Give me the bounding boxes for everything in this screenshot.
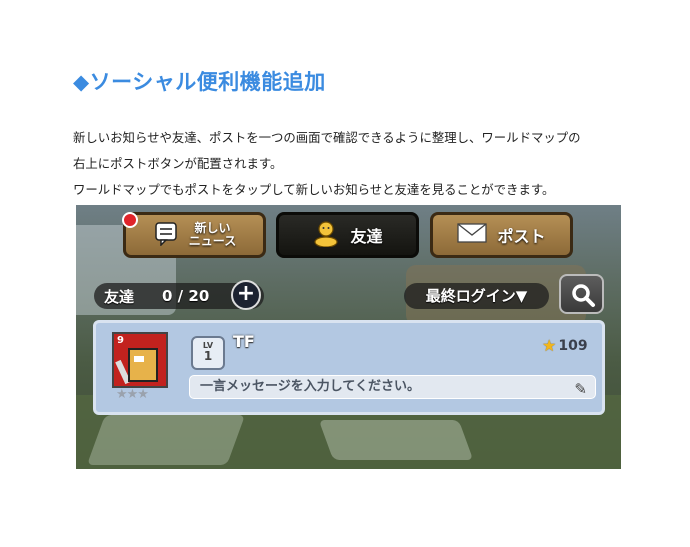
friend-name: TF <box>233 332 255 351</box>
tab-friends[interactable]: 友達 <box>276 212 419 258</box>
tab-news-label: 新しい ニュース <box>188 221 237 248</box>
friend-count-value: 0 / 20 <box>162 287 210 305</box>
avatar[interactable]: 9 <box>112 332 168 388</box>
tab-post[interactable]: ポスト <box>430 212 573 258</box>
score-value: 109 <box>558 337 588 354</box>
tab-friends-label: 友達 <box>350 227 383 246</box>
sort-dropdown[interactable]: 最終ログイン▼ <box>404 283 549 309</box>
paragraph: 右上にポストボタンが配置されます。 <box>73 156 283 171</box>
paragraph: ワールドマップでもポストをタップして新しいお知らせと友達を見ることができます。 <box>73 182 555 197</box>
plus-icon: + <box>236 281 256 306</box>
news-icon <box>153 220 179 250</box>
tab-news[interactable]: 新しい ニュース <box>122 212 266 258</box>
level-value: 1 <box>203 349 213 363</box>
avatar-number: 9 <box>117 335 124 346</box>
friend-card[interactable]: 9 ★★★ LV 1 TF ★ 109 一言メッセージを入力してください。 ✎ <box>93 320 605 415</box>
message-input[interactable]: 一言メッセージを入力してください。 ✎ <box>189 375 596 399</box>
message-placeholder: 一言メッセージを入力してください。 <box>200 379 420 394</box>
rank-stars: ★★★ <box>116 387 149 402</box>
search-icon <box>572 284 595 307</box>
star-icon: ★ <box>542 336 557 355</box>
section-heading: ◆ソーシャル便利機能追加 <box>73 70 326 94</box>
level-badge: LV 1 <box>191 336 225 370</box>
mail-icon <box>457 222 488 248</box>
add-friend-button[interactable]: + <box>231 280 261 310</box>
game-screenshot: 新しい ニュース 友達 ポスト 友達 0 / 20 + 最終ログイン▼ 9 ★★… <box>76 205 621 469</box>
pencil-icon[interactable]: ✎ <box>574 378 587 400</box>
search-button[interactable] <box>559 274 604 314</box>
friend-count-label: 友達 <box>104 287 135 306</box>
paragraph: 新しいお知らせや友達、ポストを一つの画面で確認できるように整理し、ワールドマップ… <box>73 130 581 145</box>
notification-dot <box>122 212 138 228</box>
friend-score: ★ 109 <box>542 336 588 355</box>
tab-post-label: ポスト <box>497 227 546 246</box>
friends-icon <box>312 219 340 251</box>
